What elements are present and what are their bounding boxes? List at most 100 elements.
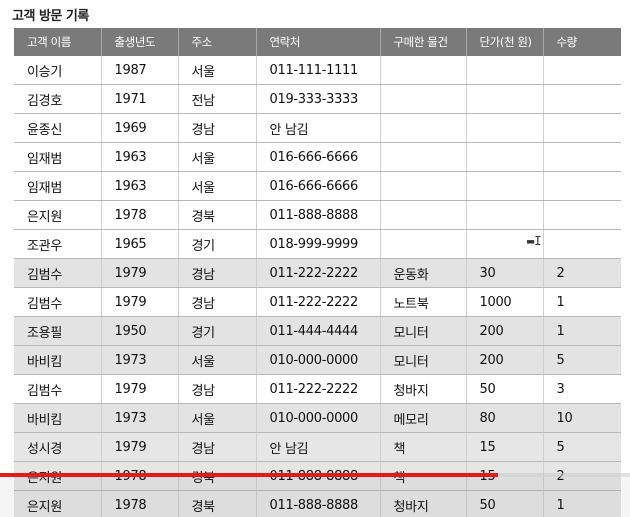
cell-unit-price: 50: [466, 374, 544, 404]
cell-quantity: [543, 171, 621, 201]
cell-birth-year: 1973: [101, 345, 179, 375]
cell-address: 경기: [178, 229, 257, 259]
cell-unit-price: 15: [466, 432, 544, 462]
cell-name: 조관우: [14, 229, 102, 259]
table-row: 은지원 1978 경북 011-888-8888 청바지 50 1: [14, 490, 621, 517]
cell-item: 메모리: [380, 403, 467, 433]
customer-visit-table: 고객 이름 출생년도 주소 연락처 구매한 물건 단가(천 원) 수량 이승기 1…: [14, 28, 621, 517]
table-row: 조용필 1950 경기 011-444-4444 모니터 200 1: [14, 316, 621, 346]
cell-quantity: 1: [543, 287, 621, 317]
cell-name: 은지원: [14, 200, 102, 230]
cell-name: 이승기: [14, 56, 102, 85]
table-row: 은지원 1978 경북 011-888-8888: [14, 200, 621, 230]
header-birth-year: 출생년도: [101, 28, 179, 56]
cell-name: 임재범: [14, 171, 102, 201]
cell-address: 서울: [178, 171, 257, 201]
cell-name: 바비킴: [14, 345, 102, 375]
cell-unit-price: 200: [466, 345, 544, 375]
cell-item: 청바지: [380, 374, 467, 404]
cell-contact: 016-666-6666: [256, 171, 381, 201]
cell-birth-year: 1979: [101, 258, 179, 288]
cell-quantity: [543, 229, 621, 259]
cell-address: 경남: [178, 258, 257, 288]
cell-unit-price: [466, 142, 544, 172]
cell-quantity: 5: [543, 345, 621, 375]
header-unit-price: 단가(천 원): [466, 28, 544, 56]
cell-address: 서울: [178, 142, 257, 172]
cell-quantity: 5: [543, 432, 621, 462]
cell-item: 모니터: [380, 345, 467, 375]
cell-birth-year: 1973: [101, 403, 179, 433]
video-progress-fill: [0, 473, 498, 477]
cell-unit-price: [466, 56, 544, 85]
cell-unit-price: 30: [466, 258, 544, 288]
cell-quantity: 1: [543, 316, 621, 346]
cell-name: 김경호: [14, 84, 102, 114]
table-row: 바비킴 1973 서울 010-000-0000 메모리 80 10: [14, 403, 621, 433]
header-contact: 연락처: [256, 28, 381, 56]
cell-unit-price: 1000: [466, 287, 544, 317]
cell-unit-price: [466, 84, 544, 114]
cell-name: 성시경: [14, 432, 102, 462]
cell-quantity: 10: [543, 403, 621, 433]
cell-quantity: 1: [543, 490, 621, 517]
cell-unit-price: [466, 171, 544, 201]
header-quantity: 수량: [543, 28, 621, 56]
cell-birth-year: 1979: [101, 287, 179, 317]
table-row: 김범수 1979 경남 011-222-2222 운동화 30 2: [14, 258, 621, 288]
cell-address: 경기: [178, 316, 257, 346]
cell-quantity: [543, 200, 621, 230]
cell-unit-price: [466, 113, 544, 143]
cell-address: 경남: [178, 113, 257, 143]
cell-contact: 011-888-8888: [256, 490, 381, 517]
cell-contact: 011-111-1111: [256, 56, 381, 85]
cell-quantity: [543, 142, 621, 172]
table-row: 성시경 1979 경남 안 남김 책 15 5: [14, 432, 621, 462]
cell-item: [380, 200, 467, 230]
cell-quantity: 3: [543, 374, 621, 404]
cell-contact: 안 남김: [256, 113, 381, 143]
cell-contact: 011-888-8888: [256, 200, 381, 230]
cell-contact: 011-222-2222: [256, 287, 381, 317]
cell-contact: 011-444-4444: [256, 316, 381, 346]
cell-item: 운동화: [380, 258, 467, 288]
cell-name: 윤종신: [14, 113, 102, 143]
cell-item: [380, 229, 467, 259]
cell-address: 경남: [178, 287, 257, 317]
cell-name: 은지원: [14, 490, 102, 517]
page: 고객 방문 기록 고객 이름 출생년도 주소 연락처 구매한 물건 단가(천 원…: [0, 0, 630, 517]
cell-birth-year: 1965: [101, 229, 179, 259]
cell-quantity: [543, 113, 621, 143]
cell-address: 경북: [178, 490, 257, 517]
cell-name: 바비킴: [14, 403, 102, 433]
cell-address: 경남: [178, 432, 257, 462]
cell-birth-year: 1978: [101, 490, 179, 517]
cell-contact: 011-222-2222: [256, 258, 381, 288]
cell-birth-year: 1978: [101, 200, 179, 230]
cell-address: 서울: [178, 56, 257, 85]
cell-birth-year: 1979: [101, 374, 179, 404]
table-row: 바비킴 1973 서울 010-000-0000 모니터 200 5: [14, 345, 621, 375]
cell-item: 모니터: [380, 316, 467, 346]
cell-birth-year: 1963: [101, 142, 179, 172]
table-row: 김범수 1979 경남 011-222-2222 청바지 50 3: [14, 374, 621, 404]
table-header-row: 고객 이름 출생년도 주소 연락처 구매한 물건 단가(천 원) 수량: [14, 28, 621, 56]
cell-address: 전남: [178, 84, 257, 114]
cell-address: 경남: [178, 374, 257, 404]
cell-quantity: [543, 84, 621, 114]
cell-name: 김범수: [14, 287, 102, 317]
cell-birth-year: 1969: [101, 113, 179, 143]
table-row: 임재범 1963 서울 016-666-6666: [14, 171, 621, 201]
cell-contact: 011-222-2222: [256, 374, 381, 404]
table-row: 윤종신 1969 경남 안 남김: [14, 113, 621, 143]
table-row: 김경호 1971 전남 019-333-3333: [14, 84, 621, 114]
video-progress-bar[interactable]: [0, 473, 630, 477]
cell-unit-price: 80: [466, 403, 544, 433]
table-row: 이승기 1987 서울 011-111-1111: [14, 56, 621, 85]
cell-name: 김범수: [14, 258, 102, 288]
cell-quantity: [543, 56, 621, 85]
cell-item: [380, 142, 467, 172]
cell-item: [380, 113, 467, 143]
cell-contact: 019-333-3333: [256, 84, 381, 114]
cell-item: [380, 84, 467, 114]
